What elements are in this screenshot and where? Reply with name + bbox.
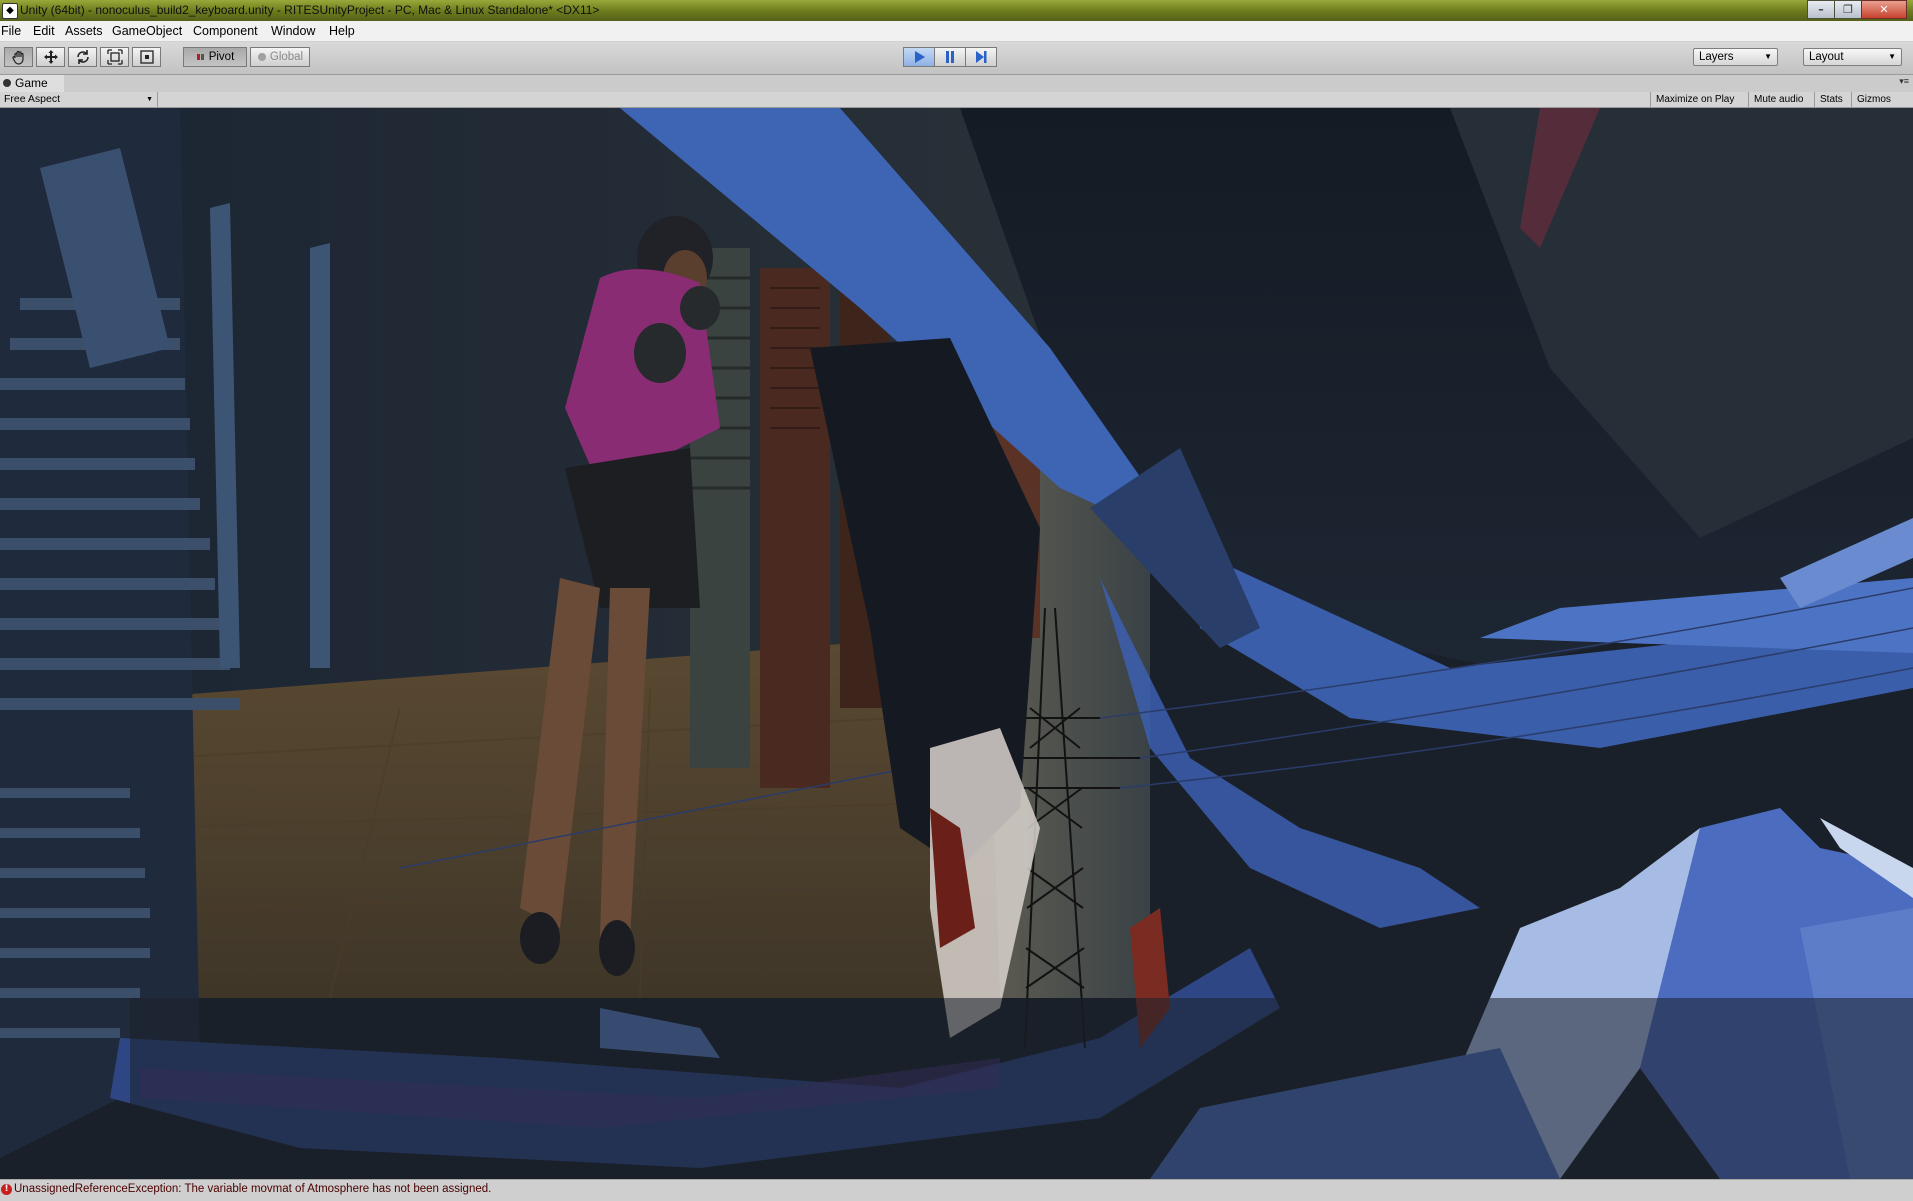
minimize-icon[interactable]: – — [1807, 0, 1835, 19]
toolbar: Pivot Global Layers ▼ Layout ▼ — [0, 42, 1913, 75]
tab-game[interactable]: Game — [0, 75, 64, 92]
scene-render — [0, 108, 1913, 1179]
stats-toggle[interactable]: Stats — [1814, 92, 1851, 107]
scale-icon — [106, 49, 123, 65]
pause-icon — [946, 51, 954, 63]
layout-dropdown[interactable]: Layout ▼ — [1803, 48, 1902, 66]
menu-help[interactable]: Help — [329, 24, 355, 38]
status-bar[interactable]: ! UnassignedReferenceException: The vari… — [0, 1179, 1913, 1201]
pivot-toggle[interactable]: Pivot — [183, 47, 247, 67]
window-title: Unity (64bit) - nonoculus_build2_keyboar… — [20, 3, 600, 17]
aspect-dropdown[interactable]: Free Aspect ▼ — [0, 92, 158, 107]
gizmos-dropdown[interactable]: Gizmos — [1851, 92, 1913, 107]
play-button[interactable] — [903, 47, 935, 67]
rotate-icon — [76, 50, 89, 64]
game-viewport[interactable] — [0, 108, 1913, 1179]
scale-tool-button[interactable] — [100, 47, 129, 67]
move-tool-button[interactable] — [36, 47, 65, 67]
panel-menu-icon[interactable]: ▾≡ — [1899, 76, 1909, 87]
hand-icon — [11, 50, 24, 65]
tab-game-label: Game — [15, 76, 48, 90]
error-icon: ! — [1, 1184, 12, 1195]
menu-bar: File Edit Assets GameObject Component Wi… — [0, 21, 1913, 42]
unity-logo-icon: ◆ — [2, 3, 18, 19]
pivot-label: Pivot — [208, 51, 235, 63]
rect-tool-button[interactable] — [132, 47, 161, 67]
rect-transform-icon — [139, 50, 154, 64]
step-button[interactable] — [965, 47, 997, 67]
chevron-down-icon: ▼ — [146, 96, 153, 103]
hand-tool-button[interactable] — [4, 47, 33, 67]
step-forward-icon — [976, 51, 987, 63]
layers-label: Layers — [1699, 51, 1734, 63]
maximize-on-play-toggle[interactable]: Maximize on Play — [1650, 92, 1748, 107]
game-tab-strip: Game ▾≡ — [0, 75, 1913, 92]
layers-dropdown[interactable]: Layers ▼ — [1693, 48, 1778, 66]
menu-gameobject[interactable]: GameObject — [112, 24, 182, 38]
globe-icon — [257, 53, 266, 61]
game-view-toolbar: Free Aspect ▼ Maximize on Play Mute audi… — [0, 92, 1913, 108]
aspect-label: Free Aspect — [4, 93, 61, 105]
menu-component[interactable]: Component — [193, 24, 258, 38]
title-bar: ◆ Unity (64bit) - nonoculus_build2_keybo… — [0, 0, 1913, 21]
global-label: Global — [269, 51, 304, 63]
layout-label: Layout — [1809, 51, 1844, 63]
menu-window[interactable]: Window — [271, 24, 315, 38]
menu-edit[interactable]: Edit — [33, 24, 55, 38]
move-arrows-icon — [43, 50, 58, 64]
chevron-down-icon: ▼ — [1764, 52, 1772, 61]
mute-audio-toggle[interactable]: Mute audio — [1748, 92, 1814, 107]
menu-file[interactable]: File — [1, 24, 21, 38]
window-controls: – ❐ ✕ — [1807, 0, 1907, 19]
pause-button[interactable] — [934, 47, 966, 67]
play-icon — [915, 51, 925, 63]
rotate-tool-button[interactable] — [68, 47, 97, 67]
console-error-message: UnassignedReferenceException: The variab… — [14, 1183, 492, 1195]
global-toggle[interactable]: Global — [250, 47, 310, 67]
game-controller-icon — [3, 79, 11, 87]
restore-icon[interactable]: ❐ — [1834, 0, 1862, 19]
pivot-icon — [196, 54, 204, 60]
menu-assets[interactable]: Assets — [65, 24, 103, 38]
close-icon[interactable]: ✕ — [1861, 0, 1907, 19]
chevron-down-icon: ▼ — [1888, 52, 1896, 61]
